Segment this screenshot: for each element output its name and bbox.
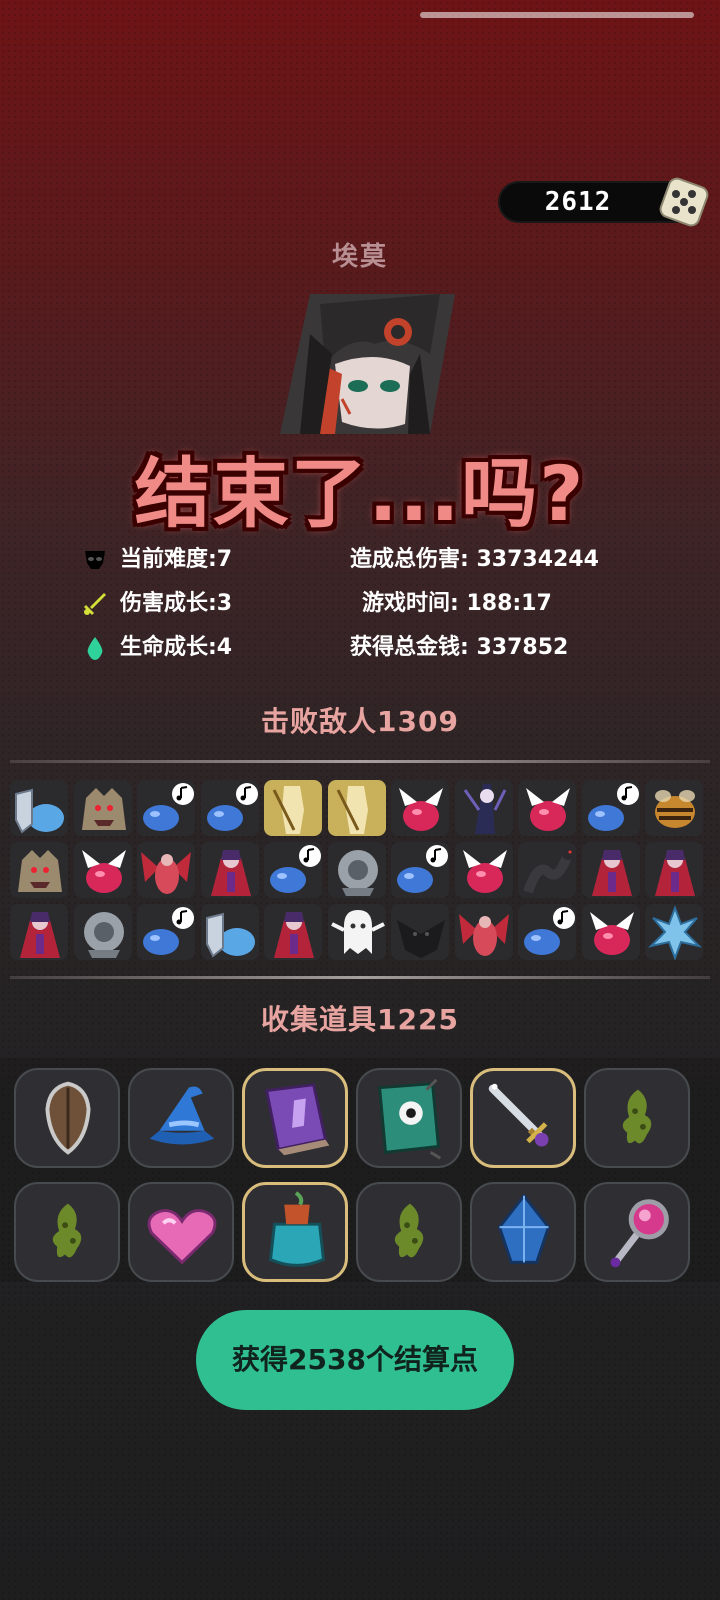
enemy-red-slime — [518, 780, 576, 836]
potion-jar-icon — [268, 1191, 326, 1267]
coin-dice-icon — [659, 177, 709, 227]
enemy-ghost — [328, 904, 386, 960]
herb-icon — [622, 1089, 652, 1144]
divider-bottom — [10, 976, 710, 979]
enemy-red-slime — [455, 842, 513, 898]
currency-amount: 2612 — [544, 187, 612, 217]
item-slot-green-book-icon[interactable] — [356, 1068, 462, 1168]
enemy-blue-slime-music — [391, 842, 449, 898]
enemy-blue-slime-music — [582, 780, 640, 836]
enemy-blue-slime-music — [264, 842, 322, 898]
stat-total-gold: 获得总金钱: 337852 — [350, 635, 569, 660]
enemy-vampire-lady — [264, 904, 322, 960]
orb-staff-icon — [610, 1199, 669, 1268]
enemies-defeated-title: 击败敌人1309 — [261, 705, 459, 738]
item-slot-heart-gem-icon[interactable] — [128, 1182, 234, 1282]
character-name: 埃莫 — [331, 242, 388, 272]
enemy-blue-slime-music — [518, 904, 576, 960]
enemy-blue-slime-music — [137, 780, 195, 836]
enemy-red-slime — [582, 904, 640, 960]
items-collected-title: 收集道具1225 — [261, 1003, 459, 1036]
enemy-blue-slime-music — [137, 904, 195, 960]
shield-icon — [45, 1081, 91, 1155]
stat-damage-growth: 伤害成长:3 — [120, 591, 233, 616]
enemy-black-bird — [391, 904, 449, 960]
item-slot-herb-icon[interactable] — [356, 1182, 462, 1282]
item-slot-shield-icon[interactable] — [14, 1068, 120, 1168]
herb-icon — [394, 1203, 424, 1258]
enemy-vampire-lady — [582, 842, 640, 898]
enemy-serpent — [518, 842, 576, 898]
item-slot-potion-jar-icon[interactable] — [242, 1182, 348, 1282]
item-slot-orb-staff-icon[interactable] — [584, 1182, 690, 1282]
sword-icon — [488, 1083, 549, 1147]
droplet-icon — [87, 637, 103, 660]
enemy-succubus — [137, 842, 195, 898]
purple-book-icon — [264, 1083, 330, 1156]
enemy-red-slime — [391, 780, 449, 836]
enemy-vampire-lady — [201, 842, 259, 898]
character-portrait — [280, 294, 455, 434]
sword-icon — [84, 593, 106, 615]
item-slot-sword-icon[interactable] — [470, 1068, 576, 1168]
enemy-succubus — [455, 904, 513, 960]
green-book-icon — [378, 1078, 442, 1160]
claim-points-button[interactable]: 获得2538个结算点 — [196, 1310, 514, 1410]
enemy-werewolf — [10, 842, 68, 898]
enemy-werewolf — [74, 780, 132, 836]
item-slot-herb-icon[interactable] — [584, 1068, 690, 1168]
enemy-armor-golem — [74, 904, 132, 960]
enemy-ice-spirit — [645, 904, 703, 960]
enemy-gold-knight — [328, 780, 386, 836]
item-slot-crystal-icon[interactable] — [470, 1182, 576, 1282]
crystal-icon — [497, 1193, 551, 1264]
enemy-shield-slime — [201, 904, 259, 960]
enemy-vampire-lady — [10, 904, 68, 960]
wizard-hat-icon — [149, 1086, 215, 1145]
enemy-bee — [645, 780, 703, 836]
enemy-red-slime — [74, 842, 132, 898]
stat-difficulty: 当前难度:7 — [120, 547, 233, 572]
home-indicator[interactable] — [420, 12, 694, 18]
item-slot-purple-book-icon[interactable] — [242, 1068, 348, 1168]
divider-top — [10, 760, 710, 763]
item-slot-herb-icon[interactable] — [14, 1182, 120, 1282]
enemy-gold-knight — [264, 780, 322, 836]
stat-play-time: 游戏时间: 188:17 — [362, 591, 552, 616]
result-title: 结束了...吗? — [134, 449, 586, 538]
items-panel — [0, 1058, 720, 1282]
stat-total-damage: 造成总伤害: 33734244 — [350, 547, 599, 572]
herb-icon — [52, 1203, 82, 1258]
enemy-witch — [455, 780, 513, 836]
enemy-armor-golem — [328, 842, 386, 898]
enemy-blue-slime-music — [201, 780, 259, 836]
skull-icon — [85, 551, 105, 569]
stat-life-growth: 生命成长:4 — [120, 635, 233, 660]
item-slot-wizard-hat-icon[interactable] — [128, 1068, 234, 1168]
enemy-vampire-lady — [645, 842, 703, 898]
heart-gem-icon — [147, 1209, 217, 1265]
enemy-shield-slime — [10, 780, 68, 836]
